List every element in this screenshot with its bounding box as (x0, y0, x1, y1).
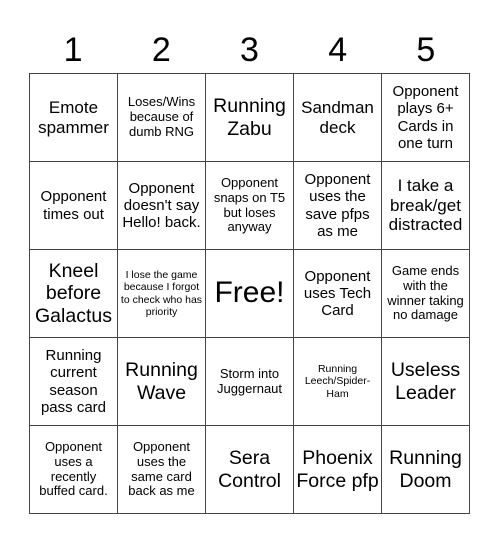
bingo-cell[interactable]: Opponent uses a recently buffed card. (30, 426, 118, 514)
bingo-header: 1 2 3 4 5 (29, 28, 470, 73)
bingo-cell[interactable]: Kneel before Galactus (30, 250, 118, 338)
bingo-cell[interactable]: Sandman deck (294, 74, 382, 162)
bingo-cell[interactable]: Phoenix Force pfp (294, 426, 382, 514)
bingo-cell[interactable]: Running Wave (118, 338, 206, 426)
bingo-cell[interactable]: I take a break/get distracted (382, 162, 470, 250)
bingo-cell[interactable]: I lose the game because I forgot to chec… (118, 250, 206, 338)
bingo-cell[interactable]: Sera Control (206, 426, 294, 514)
bingo-cell[interactable]: Opponent uses the same card back as me (118, 426, 206, 514)
bingo-cell[interactable]: Opponent doesn't say Hello! back. (118, 162, 206, 250)
bingo-cell[interactable]: Running current season pass card (30, 338, 118, 426)
bingo-cell[interactable]: Opponent snaps on T5 but loses anyway (206, 162, 294, 250)
free-space-cell: Free! (206, 250, 294, 338)
bingo-cell[interactable]: Opponent plays 6+ Cards in one turn (382, 74, 470, 162)
column-header-2: 2 (151, 31, 171, 69)
bingo-cell[interactable]: Running Zabu (206, 74, 294, 162)
bingo-cell[interactable]: Game ends with the winner taking no dama… (382, 250, 470, 338)
column-header-3: 3 (240, 31, 259, 69)
bingo-cell[interactable]: Useless Leader (382, 338, 470, 426)
bingo-cell[interactable]: Running Leech/Spider-Ham (294, 338, 382, 426)
bingo-cell[interactable]: Opponent times out (30, 162, 118, 250)
bingo-cell[interactable]: Emote spammer (30, 74, 118, 162)
column-header-1: 1 (63, 31, 83, 69)
bingo-grid: Emote spammer Loses/Wins because of dumb… (29, 73, 470, 514)
bingo-cell[interactable]: Opponent uses Tech Card (294, 250, 382, 338)
bingo-cell[interactable]: Opponent uses the save pfps as me (294, 162, 382, 250)
bingo-cell[interactable]: Storm into Juggernaut (206, 338, 294, 426)
column-header-5: 5 (416, 31, 436, 69)
column-header-4: 4 (328, 31, 348, 69)
bingo-cell[interactable]: Running Doom (382, 426, 470, 514)
bingo-cell[interactable]: Loses/Wins because of dumb RNG (118, 74, 206, 162)
